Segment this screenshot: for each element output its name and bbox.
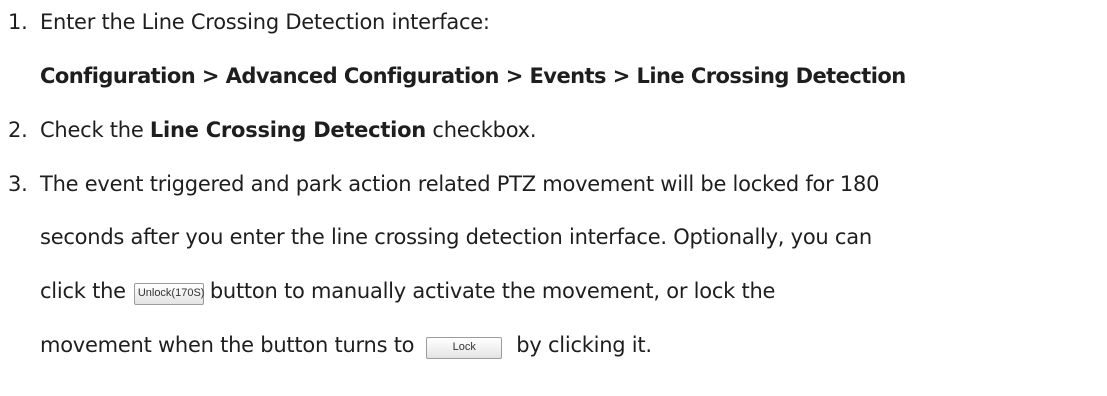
step-2-number: 2. — [8, 118, 28, 142]
step-3-line-4: movement when the button turns to Lock by … — [40, 330, 652, 360]
step-3-line-4-post: by clicking it. — [516, 333, 652, 357]
step-2-text: Check the Line Crossing Detection checkb… — [40, 115, 537, 145]
unlock-button[interactable]: Unlock(170S) — [133, 283, 204, 305]
step-3-line-3-pre: click the — [40, 279, 126, 303]
step-1-number: 1. — [8, 10, 28, 34]
step-1-text: Enter the Line Crossing Detection interf… — [40, 10, 490, 34]
step-3-line-1: The event triggered and park action rela… — [40, 172, 880, 196]
document-body: 1. Enter the Line Crossing Detection int… — [0, 0, 1107, 396]
step-3-number: 3. — [8, 172, 28, 196]
step-2-text-bold: Line Crossing Detection — [149, 118, 426, 142]
step-3-line-4-pre: movement when the button turns to — [40, 333, 415, 357]
step-2-text-pre: Check the — [40, 118, 150, 142]
step-2-text-post: checkbox. — [425, 118, 537, 142]
lock-button[interactable]: Lock — [426, 337, 503, 359]
step-3-line-2: seconds after you enter the line crossin… — [40, 225, 872, 249]
step-3-line-3-post: button to manually activate the movement… — [209, 279, 776, 303]
step-3-line-3: click the Unlock(170S) button to manually … — [40, 276, 775, 306]
menu-path: Configuration > Advanced Configuration >… — [40, 64, 906, 88]
